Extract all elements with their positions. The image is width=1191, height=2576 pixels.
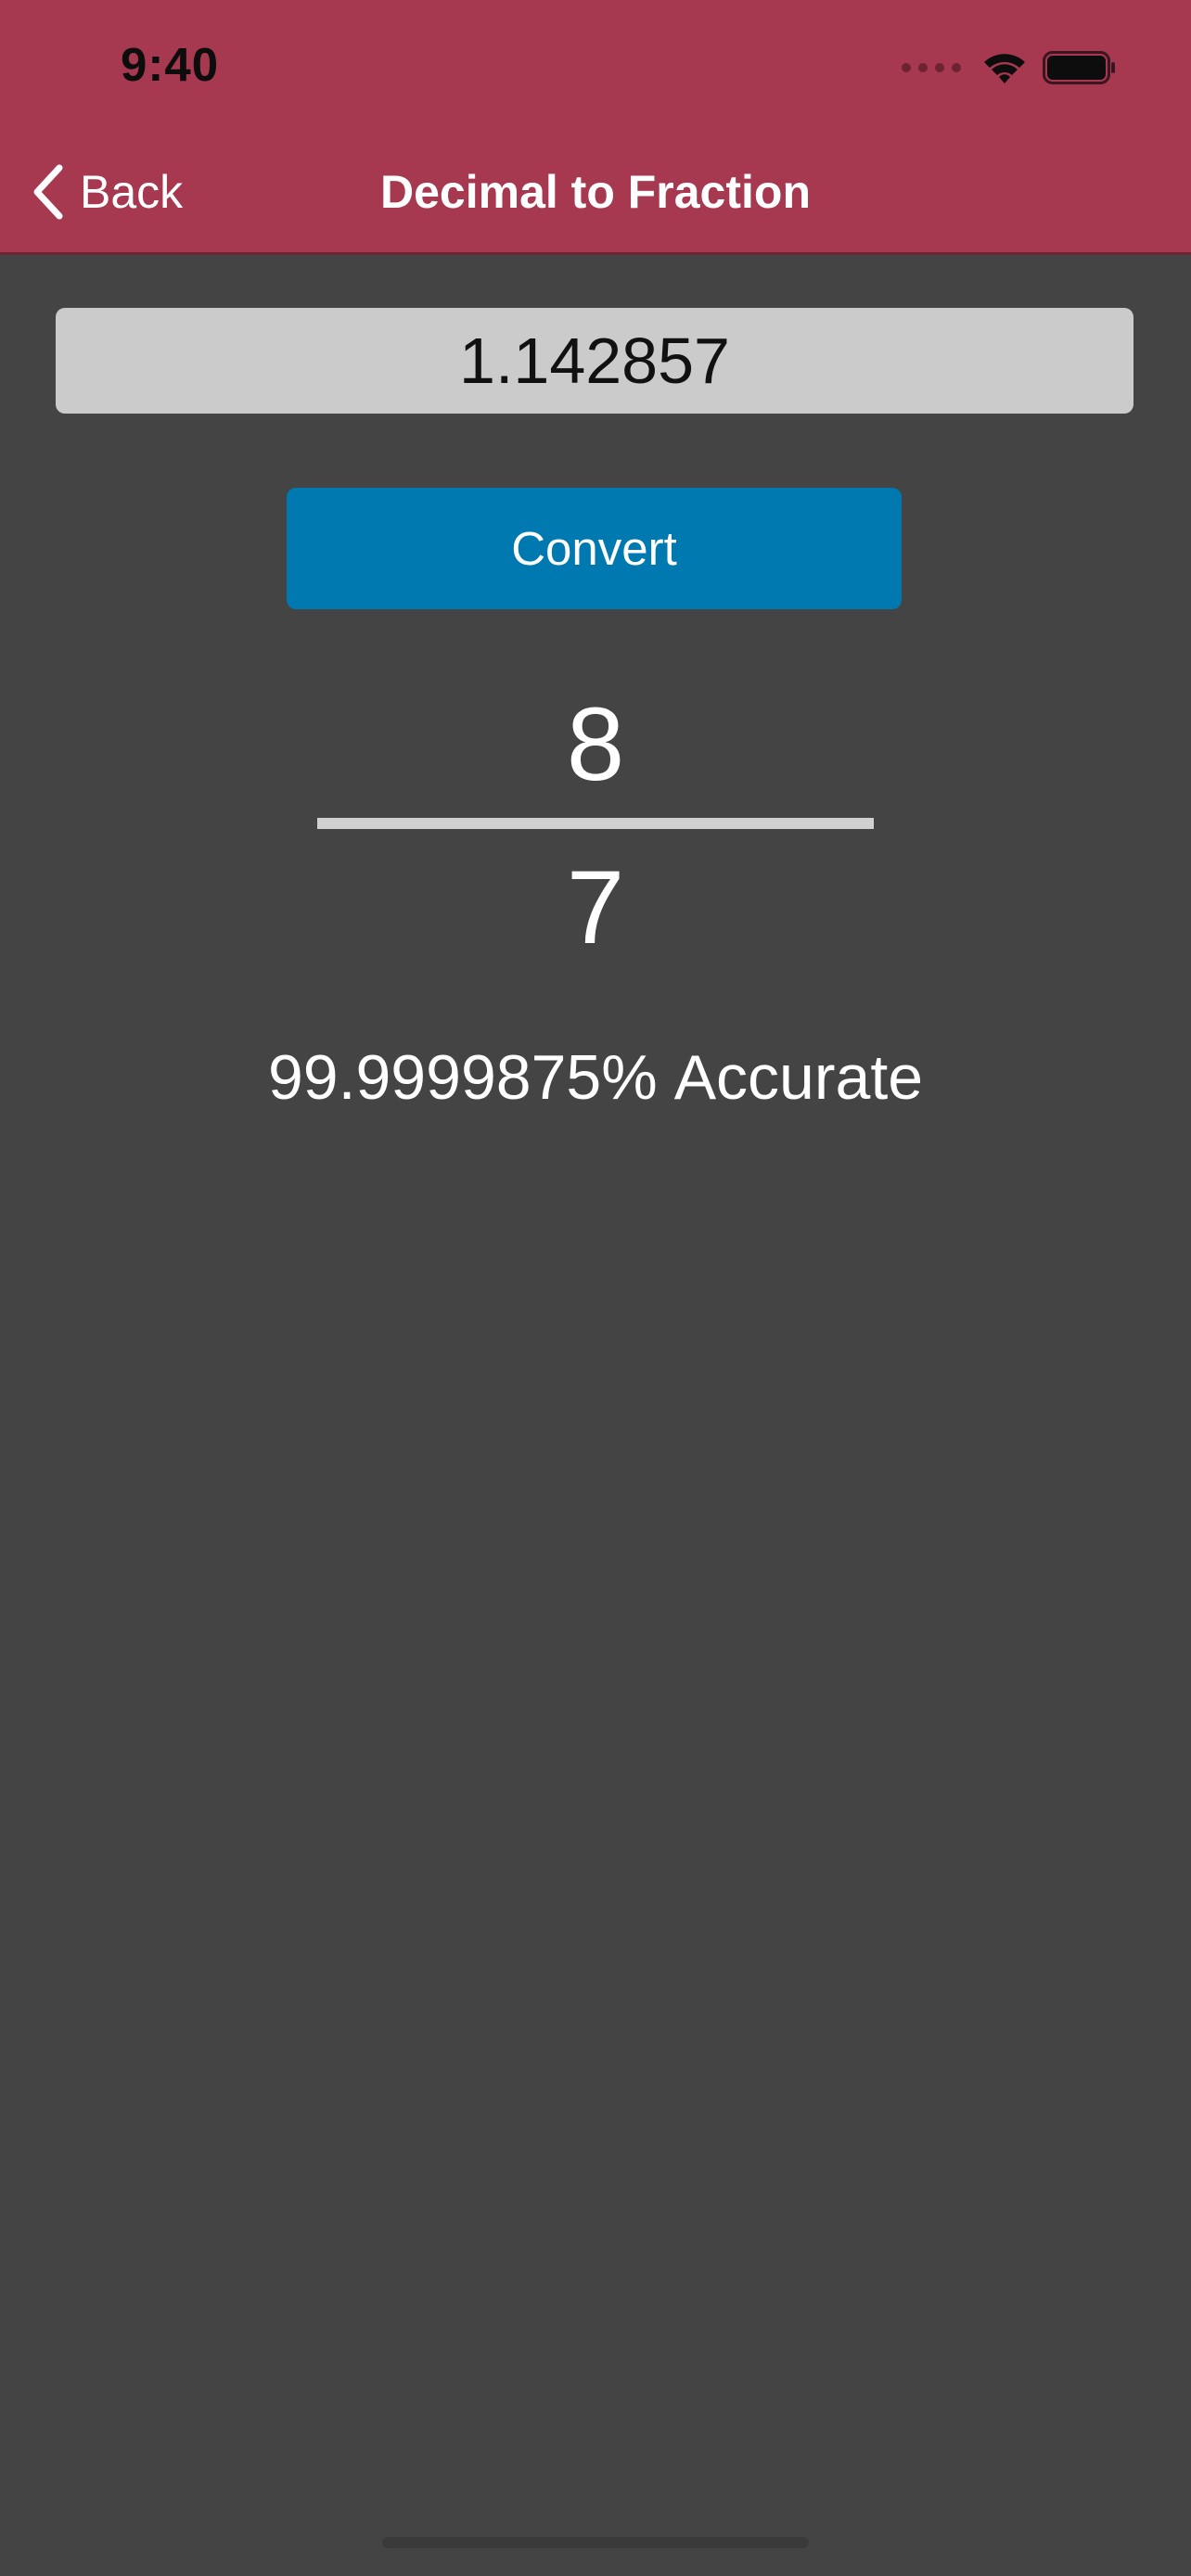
accuracy-label: Accurate: [673, 1042, 924, 1113]
cellular-signal-icon: [902, 63, 961, 72]
navigation-header: 9:40 Decimal to Fraction Back: [0, 0, 1191, 252]
status-time: 9:40: [121, 38, 220, 91]
fraction-numerator: 8: [566, 686, 625, 802]
chevron-left-icon: [33, 164, 63, 220]
fraction-denominator: 7: [566, 849, 625, 965]
battery-icon: [1043, 51, 1115, 84]
decimal-input[interactable]: [56, 308, 1133, 414]
accuracy-value: 99.9999875%: [267, 1042, 658, 1113]
accuracy-text: 99.9999875% Accurate: [0, 1039, 1191, 1117]
wifi-icon: [984, 54, 1025, 83]
home-indicator[interactable]: [382, 2537, 809, 2548]
back-button[interactable]: Back: [30, 159, 183, 224]
convert-button[interactable]: Convert: [287, 488, 902, 609]
status-icons: [902, 45, 1117, 91]
back-button-label: Back: [80, 166, 184, 218]
header-divider: [0, 252, 1191, 255]
fraction-bar: [317, 818, 874, 829]
